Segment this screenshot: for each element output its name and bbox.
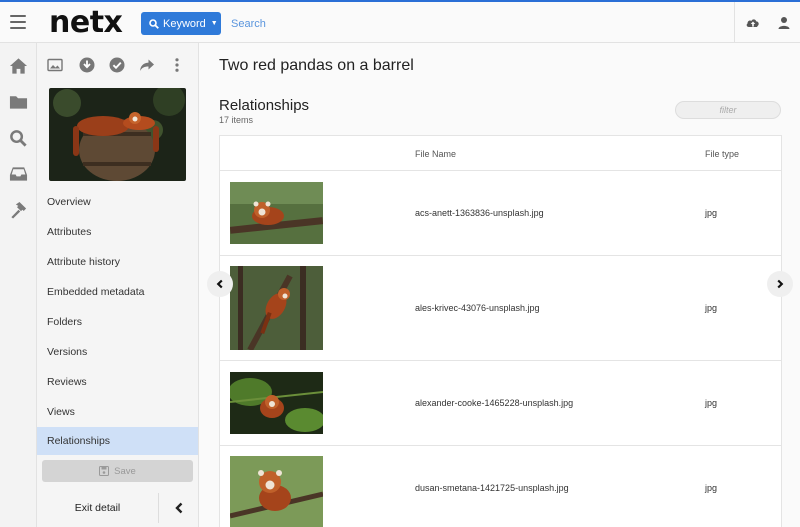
column-header-file-name[interactable]: File Name xyxy=(415,136,456,171)
share-icon[interactable] xyxy=(139,57,155,73)
previous-arrow-button[interactable] xyxy=(207,271,233,297)
file-type-cell: jpg xyxy=(705,483,718,493)
row-thumbnail-image[interactable] xyxy=(230,266,323,350)
inbox-icon[interactable] xyxy=(9,165,28,183)
nav-views[interactable]: Views xyxy=(37,398,198,426)
item-count: 17 items xyxy=(219,115,254,125)
left-rail xyxy=(0,43,37,527)
file-name-cell[interactable]: ales-krivec-43076-unsplash.jpg xyxy=(415,303,540,313)
file-name-cell[interactable]: alexander-cooke-1465228-unsplash.jpg xyxy=(415,398,573,408)
chevron-down-icon: ▼ xyxy=(210,20,218,27)
nav-reviews[interactable]: Reviews xyxy=(37,368,198,396)
divider xyxy=(734,2,735,45)
nav-relationships[interactable]: Relationships xyxy=(37,427,198,455)
relationships-table: File Name File type acs-anett-1363836-un… xyxy=(219,135,782,527)
divider xyxy=(158,493,159,523)
next-arrow-button[interactable] xyxy=(767,271,793,297)
nav-folders[interactable]: Folders xyxy=(37,308,198,336)
file-type-cell: jpg xyxy=(705,398,718,408)
chevron-right-icon xyxy=(777,279,784,289)
search-icon[interactable] xyxy=(9,129,28,147)
file-type-cell: jpg xyxy=(705,208,718,218)
row-thumbnail-image[interactable] xyxy=(230,372,323,434)
column-header-file-type[interactable]: File type xyxy=(705,136,739,171)
nav-overview[interactable]: Overview xyxy=(37,188,198,216)
check-circle-icon[interactable] xyxy=(109,57,125,73)
page-title: Two red pandas on a barrel xyxy=(219,57,414,74)
nav-embedded-metadata[interactable]: Embedded metadata xyxy=(37,278,198,306)
app-logo[interactable]: netx xyxy=(49,5,123,40)
search-icon xyxy=(149,18,159,29)
table-row[interactable]: alexander-cooke-1465228-unsplash.jpg jpg xyxy=(220,361,781,446)
home-icon[interactable] xyxy=(9,57,28,75)
table-row[interactable]: ales-krivec-43076-unsplash.jpg jpg xyxy=(220,256,781,361)
exit-detail-button[interactable]: Exit detail xyxy=(37,493,158,523)
filter-input[interactable] xyxy=(675,101,781,119)
file-name-cell[interactable]: acs-anett-1363836-unsplash.jpg xyxy=(415,208,544,218)
save-icon xyxy=(99,466,110,476)
cloud-upload-icon[interactable] xyxy=(745,15,761,31)
more-vertical-icon[interactable] xyxy=(169,57,185,73)
main-content: Two red pandas on a barrel Relationships… xyxy=(199,43,800,527)
row-thumbnail-image[interactable] xyxy=(230,456,323,527)
search-mode-label: Keyword xyxy=(163,17,206,30)
menu-icon[interactable] xyxy=(10,15,26,29)
search-input[interactable] xyxy=(226,12,526,35)
section-title: Relationships xyxy=(219,97,310,114)
row-thumbnail-image[interactable] xyxy=(230,182,323,244)
top-bar: netx Keyword ▼ xyxy=(0,0,800,45)
user-icon[interactable] xyxy=(776,15,792,31)
folder-icon[interactable] xyxy=(9,93,28,111)
search-mode-button[interactable]: Keyword ▼ xyxy=(141,12,221,35)
nav-attributes[interactable]: Attributes xyxy=(37,218,198,246)
chevron-left-icon xyxy=(216,279,223,289)
chevron-left-icon[interactable] xyxy=(171,500,187,516)
table-row[interactable]: acs-anett-1363836-unsplash.jpg jpg xyxy=(220,171,781,256)
download-icon[interactable] xyxy=(79,57,95,73)
save-label: Save xyxy=(114,465,136,477)
table-row[interactable]: dusan-smetana-1421725-unsplash.jpg jpg xyxy=(220,446,781,527)
asset-preview-image[interactable] xyxy=(49,88,186,181)
detail-panel: Overview Attributes Attribute history Em… xyxy=(37,43,199,527)
image-icon[interactable] xyxy=(47,57,63,73)
nav-versions[interactable]: Versions xyxy=(37,338,198,366)
file-name-cell[interactable]: dusan-smetana-1421725-unsplash.jpg xyxy=(415,483,569,493)
nav-attribute-history[interactable]: Attribute history xyxy=(37,248,198,276)
file-type-cell: jpg xyxy=(705,303,718,313)
save-button[interactable]: Save xyxy=(42,460,193,482)
hammer-icon[interactable] xyxy=(9,201,28,219)
